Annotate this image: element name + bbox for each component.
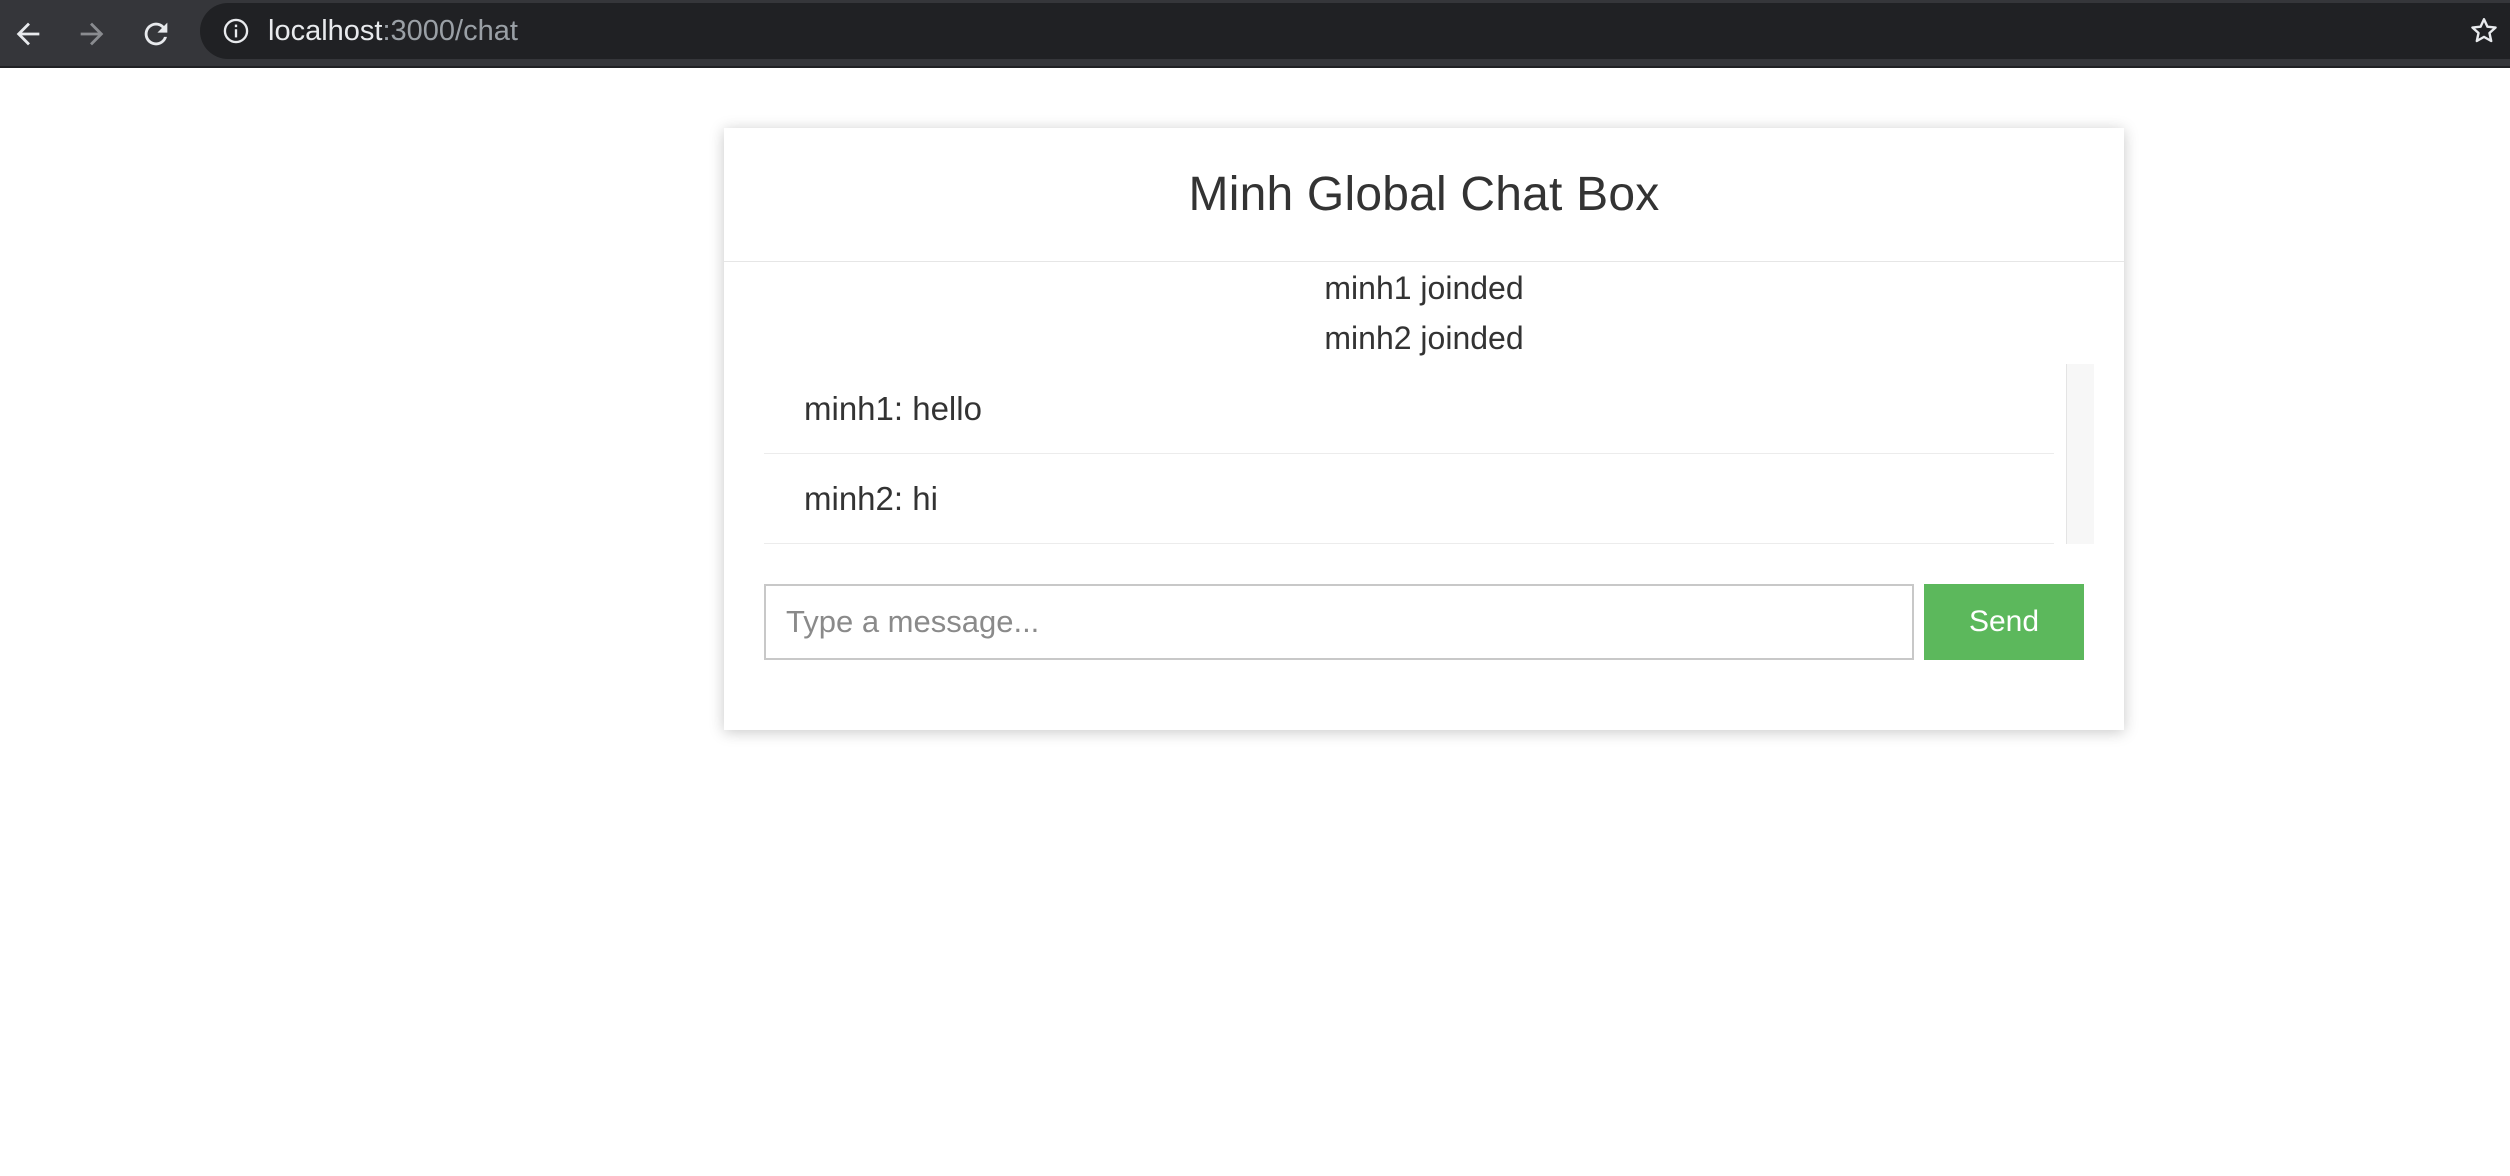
reload-icon <box>144 22 168 46</box>
url-host: localhost <box>268 15 383 47</box>
chat-message: minh2: hi <box>764 454 2054 544</box>
chat-box: Minh Global Chat Box minh1 joinded minh2… <box>724 128 2124 730</box>
message-input[interactable] <box>764 584 1914 660</box>
chat-title: Minh Global Chat Box <box>1188 168 1660 221</box>
forward-button[interactable] <box>68 10 116 58</box>
arrow-left-icon <box>16 22 40 46</box>
chat-message: minh1: hello <box>764 364 2054 454</box>
url-text[interactable]: localhost:3000/chat <box>268 16 518 46</box>
system-message: minh2 joinded <box>1324 320 1524 356</box>
message-list-scrollbar[interactable] <box>2066 364 2094 544</box>
chat-header: Minh Global Chat Box <box>724 128 2124 262</box>
url-path: :3000/chat <box>382 15 518 47</box>
reload-button[interactable] <box>132 10 180 58</box>
message-composer: Send <box>764 584 2084 660</box>
message-list[interactable]: minh1: hello minh2: hi <box>764 364 2094 544</box>
arrow-right-icon <box>80 22 104 46</box>
browser-toolbar: localhost:3000/chat <box>0 0 2510 68</box>
system-message: minh1 joinded <box>1324 270 1524 306</box>
address-bar[interactable]: localhost:3000/chat <box>200 3 2510 59</box>
back-button[interactable] <box>4 10 52 58</box>
star-icon[interactable] <box>2466 13 2502 49</box>
info-icon[interactable] <box>222 17 250 45</box>
send-button[interactable]: Send <box>1924 584 2084 660</box>
